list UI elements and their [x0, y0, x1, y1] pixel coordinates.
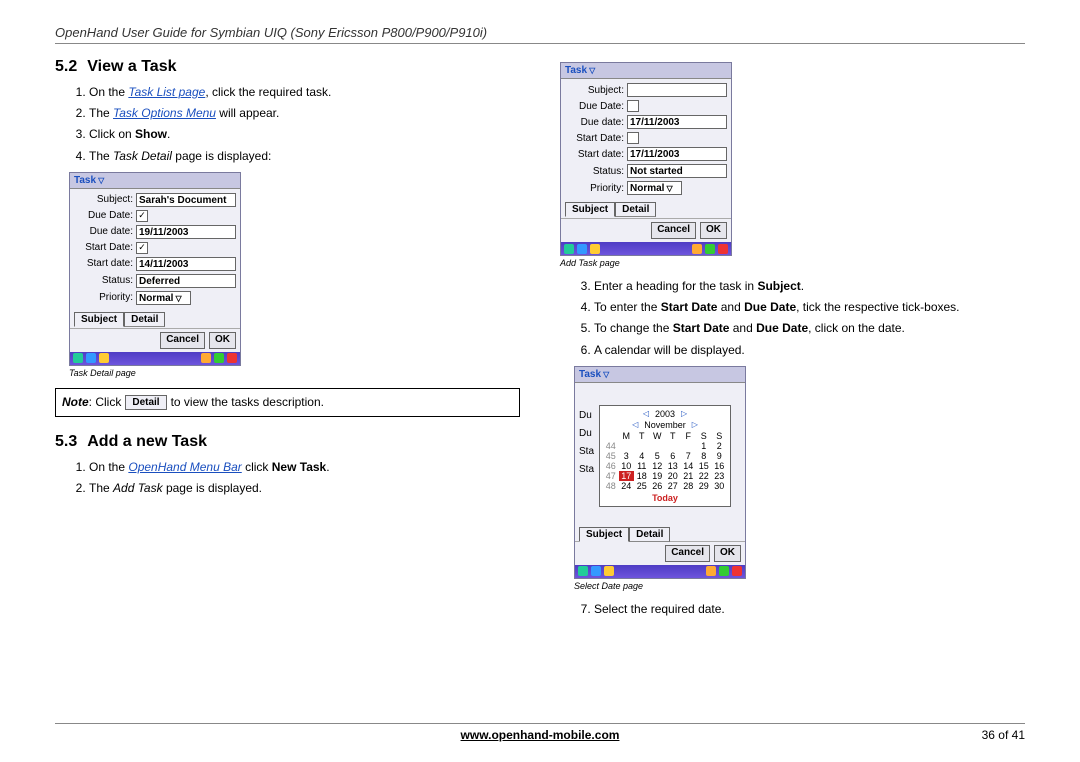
due-date-checkbox[interactable]: [627, 100, 639, 112]
due-date-field[interactable]: 19/11/2003: [136, 225, 236, 239]
footer-site-link[interactable]: www.openhand-mobile.com: [461, 728, 620, 742]
step-5-2-3: Click on Show.: [89, 126, 520, 142]
phone-menubar[interactable]: Task▽: [575, 367, 745, 383]
start-date-checkbox[interactable]: [136, 242, 148, 254]
priority-field[interactable]: Normal▽: [136, 291, 191, 305]
task-detail-caption: Task Detail page: [69, 368, 520, 378]
subject-field[interactable]: [627, 83, 727, 97]
steps-5-3-right: Enter a heading for the task in Subject.…: [560, 278, 1025, 358]
step-5-3-6: A calendar will be displayed.: [594, 342, 1025, 358]
status-field[interactable]: Not started: [627, 164, 727, 178]
next-year-icon[interactable]: ▷: [681, 409, 687, 418]
prev-month-icon[interactable]: ◁: [632, 420, 638, 429]
close-icon: [227, 353, 237, 363]
close-icon: [732, 566, 742, 576]
select-date-caption: Select Date page: [574, 581, 1025, 591]
step-5-2-2: The Task Options Menu will appear.: [89, 105, 520, 121]
due-date-checkbox[interactable]: [136, 210, 148, 222]
step-5-3-5: To change the Start Date and Due Date, c…: [594, 320, 1025, 336]
volume-icon: [692, 244, 702, 254]
detail-button-icon: Detail: [125, 395, 166, 410]
cancel-button[interactable]: Cancel: [651, 222, 696, 239]
note-box: Note: Click Detail to view the tasks des…: [55, 388, 520, 417]
bluetooth-icon: [577, 244, 587, 254]
volume-icon: [201, 353, 211, 363]
page-number: 36 of 41: [982, 728, 1025, 742]
priority-field[interactable]: Normal▽: [627, 181, 682, 195]
doc-header: OpenHand User Guide for Symbian UIQ (Son…: [55, 25, 1025, 40]
phone-statusbar: [70, 352, 240, 365]
phone-statusbar: [561, 242, 731, 255]
openhand-menu-bar-link[interactable]: OpenHand Menu Bar: [128, 460, 241, 474]
subject-field[interactable]: Sarah's Document: [136, 193, 236, 207]
start-date-checkbox[interactable]: [627, 132, 639, 144]
phone-menubar[interactable]: Task▽: [561, 63, 731, 79]
prev-year-icon[interactable]: ◁: [643, 409, 649, 418]
add-task-screenshot: Task▽ Subject: Due Date: Due date:17/11/…: [560, 62, 732, 256]
status-icon: [590, 244, 600, 254]
close-icon: [718, 244, 728, 254]
next-month-icon[interactable]: ▷: [692, 420, 698, 429]
cancel-button[interactable]: Cancel: [160, 332, 205, 349]
signal-icon: [73, 353, 83, 363]
battery-icon: [719, 566, 729, 576]
tab-detail[interactable]: Detail: [629, 527, 670, 542]
dropdown-icon: ▽: [98, 176, 104, 185]
signal-icon: [564, 244, 574, 254]
steps-5-2: On the Task List page, click the require…: [55, 84, 520, 164]
task-options-menu-link[interactable]: Task Options Menu: [113, 106, 216, 120]
page-footer: www.openhand-mobile.com 36 of 41: [55, 723, 1025, 742]
start-date-field[interactable]: 14/11/2003: [136, 257, 236, 271]
today-button[interactable]: Today: [603, 493, 727, 503]
calendar-popup[interactable]: ◁2003▷ ◁November▷ MTWTFSS 4412 453456789…: [599, 405, 731, 507]
step-5-3-3: Enter a heading for the task in Subject.: [594, 278, 1025, 294]
tab-subject[interactable]: Subject: [565, 202, 615, 217]
battery-icon: [214, 353, 224, 363]
section-5-2-heading: 5.2View a Task: [55, 58, 520, 76]
steps-5-3-left: On the OpenHand Menu Bar click New Task.…: [55, 459, 520, 496]
left-column: 5.2View a Task On the Task List page, cl…: [55, 58, 520, 625]
bluetooth-icon: [591, 566, 601, 576]
tab-detail[interactable]: Detail: [124, 312, 165, 327]
tab-subject[interactable]: Subject: [74, 312, 124, 327]
step-5-3-4: To enter the Start Date and Due Date, ti…: [594, 299, 1025, 315]
task-detail-screenshot: Task▽ Subject:Sarah's Document Due Date:…: [69, 172, 241, 366]
select-date-screenshot: Task▽ Du Du Sta Sta ◁2003▷ ◁November▷ MT…: [574, 366, 746, 579]
phone-menubar[interactable]: Task▽: [70, 173, 240, 189]
header-rule: [55, 43, 1025, 44]
tab-detail[interactable]: Detail: [615, 202, 656, 217]
steps-5-3-right-2: Select the required date.: [560, 601, 1025, 617]
status-icon: [604, 566, 614, 576]
add-task-caption: Add Task page: [560, 258, 1025, 268]
step-5-3-7: Select the required date.: [594, 601, 1025, 617]
due-date-field[interactable]: 17/11/2003: [627, 115, 727, 129]
phone-statusbar: [575, 565, 745, 578]
section-5-3-heading: 5.3Add a new Task: [55, 433, 520, 451]
start-date-field[interactable]: 17/11/2003: [627, 147, 727, 161]
ok-button[interactable]: OK: [714, 545, 741, 562]
bluetooth-icon: [86, 353, 96, 363]
signal-icon: [578, 566, 588, 576]
status-field[interactable]: Deferred: [136, 274, 236, 288]
task-list-page-link[interactable]: Task List page: [128, 85, 205, 99]
calendar-grid[interactable]: MTWTFSS 4412 453456789 4610111213141516 …: [603, 431, 727, 491]
step-5-3-1: On the OpenHand Menu Bar click New Task.: [89, 459, 520, 475]
cancel-button[interactable]: Cancel: [665, 545, 710, 562]
step-5-3-2: The Add Task page is displayed.: [89, 480, 520, 496]
right-column: Task▽ Subject: Due Date: Due date:17/11/…: [560, 58, 1025, 625]
ok-button[interactable]: OK: [700, 222, 727, 239]
volume-icon: [706, 566, 716, 576]
step-5-2-4: The Task Detail page is displayed:: [89, 148, 520, 164]
tab-subject[interactable]: Subject: [579, 527, 629, 542]
battery-icon: [705, 244, 715, 254]
ok-button[interactable]: OK: [209, 332, 236, 349]
dropdown-icon: ▽: [603, 370, 609, 379]
dropdown-icon: ▽: [589, 66, 595, 75]
status-icon: [99, 353, 109, 363]
step-5-2-1: On the Task List page, click the require…: [89, 84, 520, 100]
